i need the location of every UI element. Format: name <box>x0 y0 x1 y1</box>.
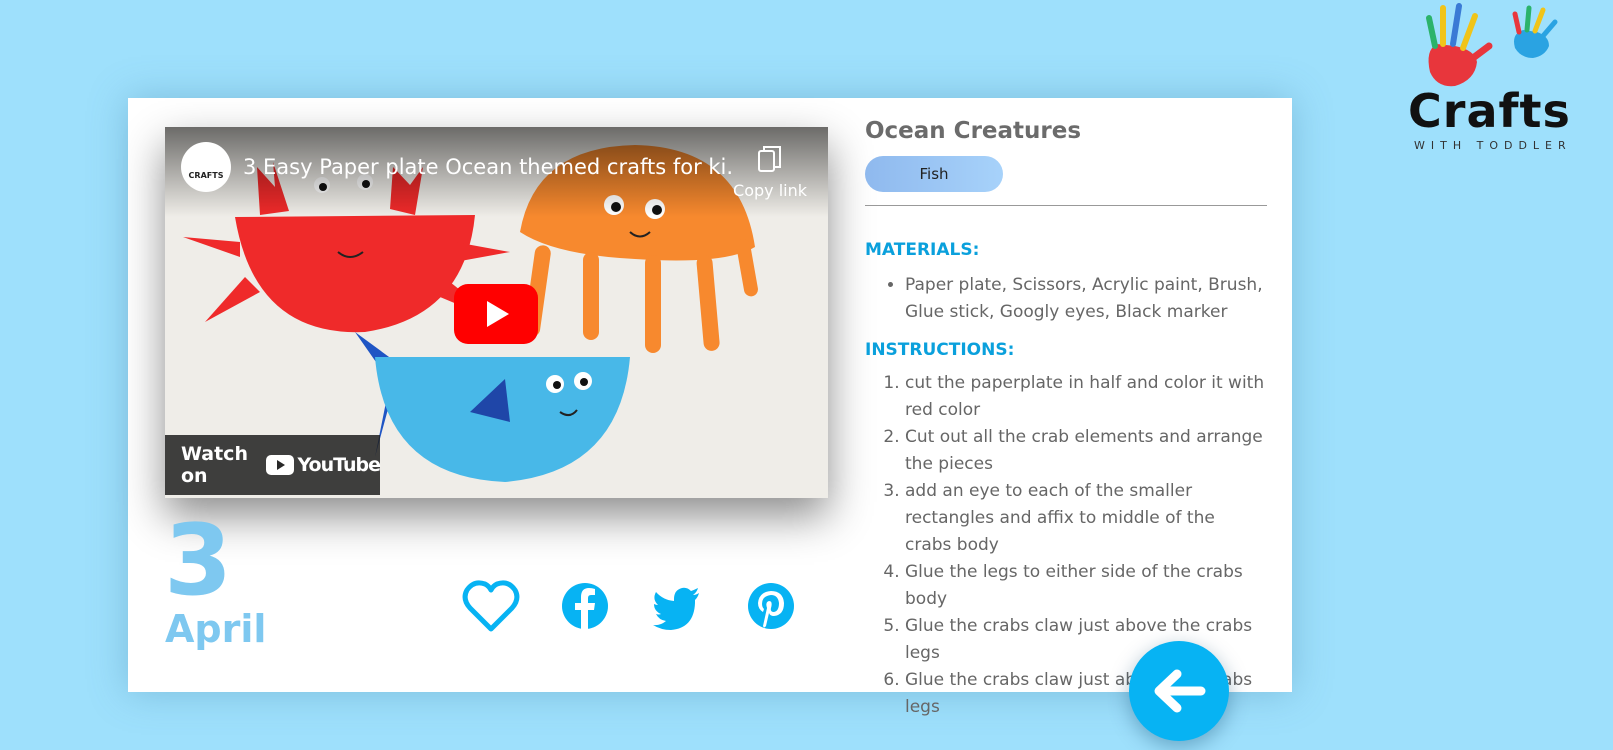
divider <box>865 204 1267 206</box>
copy-link-label: Copy link <box>733 181 807 200</box>
materials-list: Paper plate, Scissors, Acrylic paint, Br… <box>865 272 1265 326</box>
channel-avatar-text: CRAFTS <box>188 170 224 180</box>
instruction-step: Cut out all the crab elements and arrang… <box>905 424 1265 478</box>
instructions-heading: INSTRUCTIONS: <box>865 339 1015 360</box>
date-day: 3 <box>164 504 233 618</box>
heart-icon[interactable] <box>462 577 520 635</box>
craft-title: Ocean Creatures <box>865 118 1082 144</box>
category-tag[interactable]: Fish <box>865 155 1003 192</box>
play-button-icon[interactable] <box>454 284 538 344</box>
pinterest-icon[interactable] <box>742 577 800 635</box>
materials-item: Paper plate, Scissors, Acrylic paint, Br… <box>905 272 1265 326</box>
youtube-label: YouTube <box>297 454 381 476</box>
craft-details: Ocean Creatures Fish MATERIALS: Paper pl… <box>865 118 1267 721</box>
instruction-step: Glue the legs to either side of the crab… <box>905 559 1265 613</box>
channel-avatar[interactable]: CRAFTS <box>181 142 231 192</box>
copy-icon <box>758 146 781 172</box>
video-title[interactable]: 3 Easy Paper plate Ocean themed crafts f… <box>243 155 733 179</box>
date-month: April <box>165 607 267 651</box>
watch-on-label: Watch on <box>181 443 248 487</box>
craft-card: CRAFTS 3 Easy Paper plate Ocean themed c… <box>128 98 1292 717</box>
twitter-icon[interactable] <box>649 577 707 635</box>
instruction-step: add an eye to each of the smaller rectan… <box>905 478 1265 559</box>
arrow-left-icon <box>1154 669 1206 713</box>
video-embed[interactable]: CRAFTS 3 Easy Paper plate Ocean themed c… <box>165 127 828 498</box>
materials-heading: MATERIALS: <box>865 239 980 260</box>
facebook-icon[interactable] <box>556 577 614 635</box>
watch-on-youtube-button[interactable]: Watch on YouTube <box>165 435 381 495</box>
brand-name: Crafts <box>1408 84 1571 138</box>
instruction-step: cut the paperplate in half and color it … <box>905 370 1265 424</box>
brand-tagline: WITH TODDLER <box>1414 139 1572 152</box>
youtube-play-icon <box>265 455 294 475</box>
youtube-logo: YouTube <box>265 454 381 476</box>
back-button[interactable] <box>1129 641 1229 741</box>
copy-link-button[interactable]: Copy link <box>725 145 815 200</box>
